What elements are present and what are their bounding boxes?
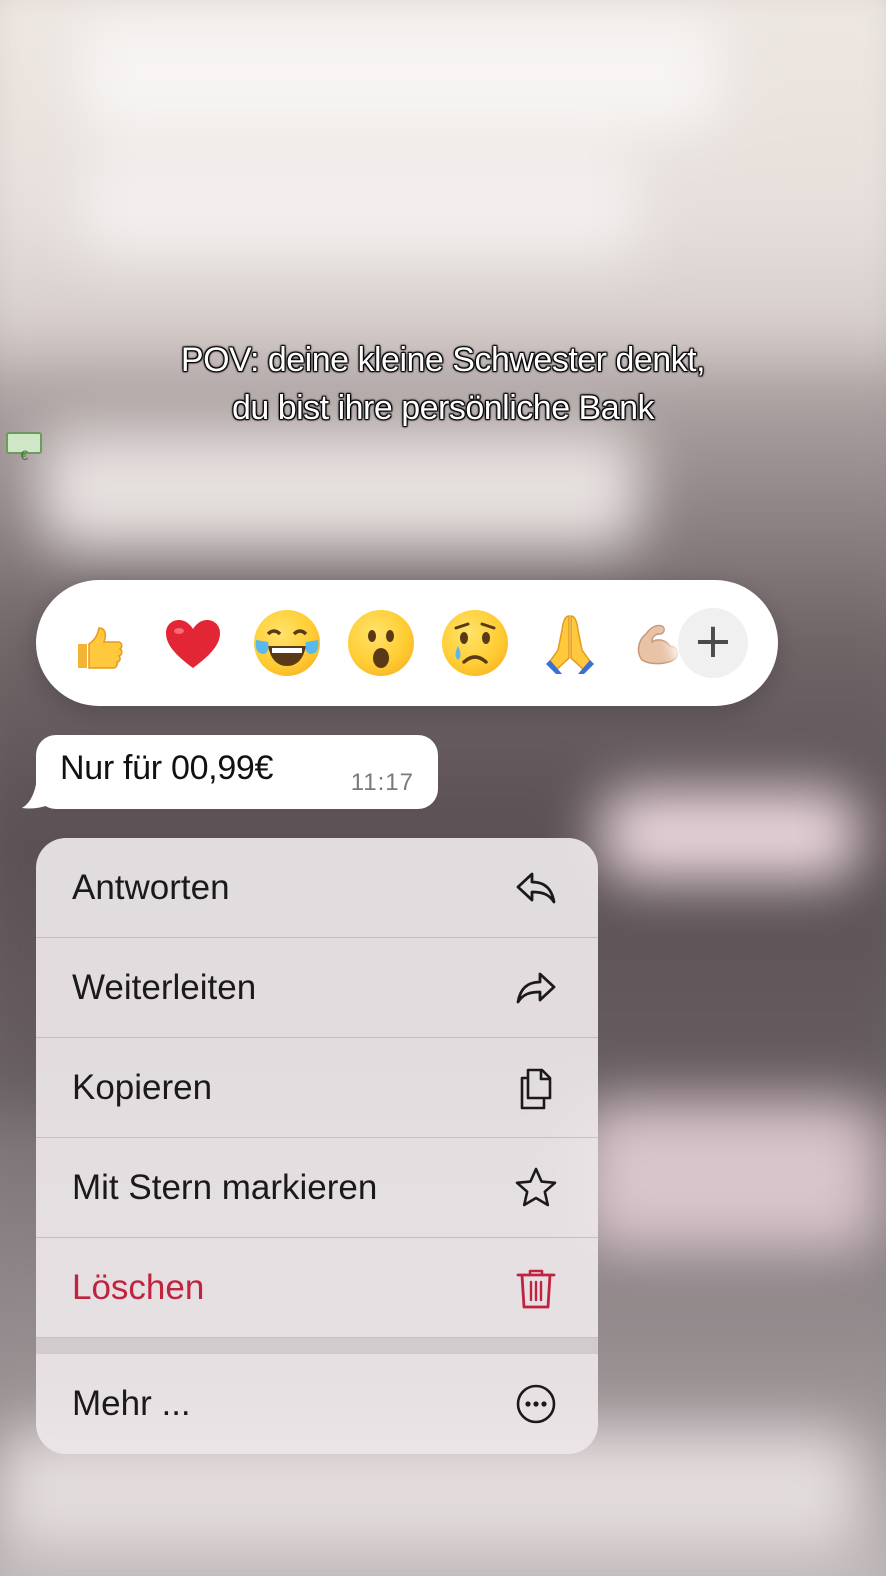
menu-item-label: Kopieren bbox=[72, 1068, 213, 1107]
money-with-euro-icon bbox=[6, 431, 42, 479]
menu-item-label: Weiterleiten bbox=[72, 968, 257, 1007]
reply-icon bbox=[516, 872, 556, 904]
tears-of-joy-icon[interactable] bbox=[254, 610, 320, 676]
menu-item-star[interactable]: Mit Stern markieren bbox=[36, 1138, 598, 1238]
add-reaction-button[interactable]: + bbox=[678, 608, 748, 678]
screen: POV: deine kleine Schwester denkt, du bi… bbox=[0, 0, 886, 1576]
forward-icon bbox=[516, 972, 556, 1004]
caption-line-1: POV: deine kleine Schwester denkt, bbox=[180, 341, 706, 379]
menu-item-label: Löschen bbox=[72, 1268, 205, 1307]
video-caption: POV: deine kleine Schwester denkt, du bi… bbox=[0, 336, 886, 479]
message-context-menu: Antworten Weiterleiten Kopieren Mit Ster… bbox=[36, 838, 598, 1454]
surprised-face-icon[interactable] bbox=[348, 610, 414, 676]
trash-icon bbox=[516, 1269, 556, 1309]
folded-hands-icon[interactable] bbox=[536, 610, 602, 676]
crying-face-icon[interactable] bbox=[442, 610, 508, 676]
thumbs-up-icon[interactable] bbox=[66, 610, 132, 676]
red-heart-icon[interactable] bbox=[160, 610, 226, 676]
menu-item-forward[interactable]: Weiterleiten bbox=[36, 938, 598, 1038]
more-dots-icon bbox=[516, 1384, 556, 1424]
copy-icon bbox=[520, 1068, 552, 1110]
menu-item-more[interactable]: Mehr ... bbox=[36, 1354, 598, 1452]
message-text: Nur für 00,99€ bbox=[60, 749, 274, 787]
menu-item-copy[interactable]: Kopieren bbox=[36, 1038, 598, 1138]
caption-line-2: du bist ihre persönliche Bank bbox=[0, 384, 886, 479]
star-icon bbox=[515, 1167, 557, 1207]
reaction-bar: + bbox=[36, 580, 778, 706]
menu-item-delete[interactable]: Löschen bbox=[36, 1238, 598, 1338]
menu-item-reply[interactable]: Antworten bbox=[36, 838, 598, 938]
menu-separator bbox=[36, 1338, 598, 1354]
message-bubble[interactable]: Nur für 00,99€ 11:17 bbox=[36, 735, 438, 809]
menu-item-label: Mit Stern markieren bbox=[72, 1168, 378, 1207]
menu-item-label: Antworten bbox=[72, 868, 230, 907]
message-timestamp: 11:17 bbox=[350, 769, 414, 796]
menu-item-label: Mehr ... bbox=[72, 1384, 191, 1423]
